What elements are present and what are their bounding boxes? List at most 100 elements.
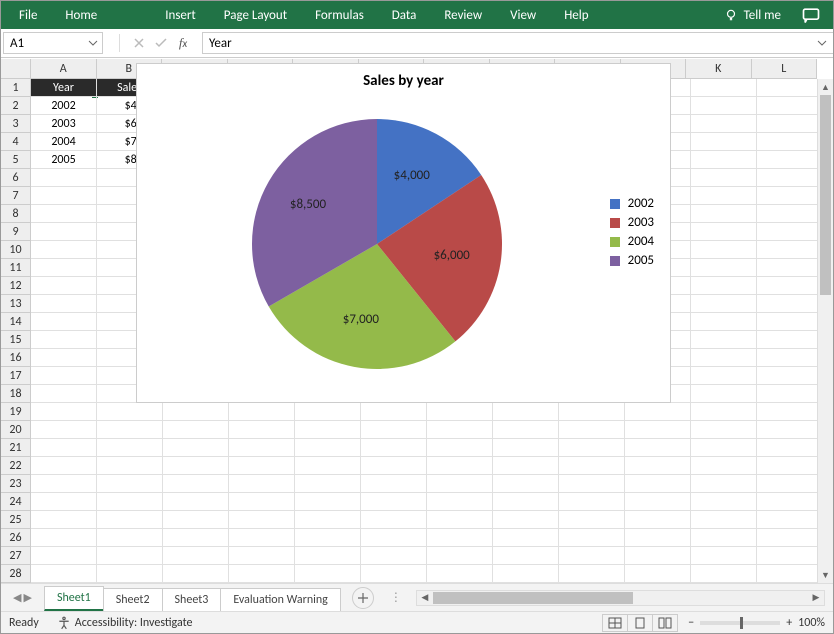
data-cell[interactable]: 2003 — [31, 115, 97, 133]
cell[interactable] — [493, 403, 559, 421]
cell[interactable] — [427, 457, 493, 475]
cell[interactable] — [757, 331, 823, 349]
ribbon-tab-page-layout[interactable]: Page Layout — [210, 1, 301, 29]
cell[interactable] — [361, 493, 427, 511]
cell[interactable] — [361, 457, 427, 475]
ribbon-tab-home[interactable]: Home — [51, 1, 111, 29]
cell[interactable] — [691, 331, 757, 349]
cell[interactable] — [757, 241, 823, 259]
row-header[interactable]: 11 — [1, 259, 31, 277]
cell[interactable] — [163, 529, 229, 547]
name-box[interactable]: A1 — [3, 32, 103, 54]
cell[interactable] — [97, 547, 163, 565]
ribbon-tab-insert[interactable]: Insert — [151, 1, 210, 29]
spreadsheet-grid[interactable]: ABCDEFGHIJKL 123456789101112131415161718… — [1, 59, 833, 583]
cell[interactable] — [493, 493, 559, 511]
cell[interactable] — [361, 529, 427, 547]
cell[interactable] — [31, 439, 97, 457]
cell[interactable] — [625, 421, 691, 439]
row-header[interactable]: 3 — [1, 115, 31, 133]
comments-icon[interactable] — [801, 5, 821, 25]
cell[interactable] — [229, 457, 295, 475]
cell[interactable] — [97, 403, 163, 421]
cell[interactable] — [757, 349, 823, 367]
page-break-view-button[interactable] — [652, 614, 678, 632]
cell[interactable] — [163, 565, 229, 583]
cell[interactable] — [31, 529, 97, 547]
cell[interactable] — [427, 565, 493, 583]
cell[interactable] — [295, 529, 361, 547]
cell[interactable] — [97, 493, 163, 511]
cell[interactable] — [31, 277, 97, 295]
cell[interactable] — [757, 169, 823, 187]
cell[interactable] — [163, 511, 229, 529]
row-header[interactable]: 26 — [1, 529, 31, 547]
cell[interactable] — [493, 565, 559, 583]
cell[interactable] — [427, 439, 493, 457]
cell[interactable] — [229, 547, 295, 565]
row-header[interactable]: 14 — [1, 313, 31, 331]
cell[interactable] — [361, 565, 427, 583]
cell[interactable] — [229, 439, 295, 457]
cell[interactable] — [493, 547, 559, 565]
cell[interactable] — [691, 241, 757, 259]
cell[interactable] — [427, 529, 493, 547]
cell[interactable] — [97, 475, 163, 493]
cell[interactable] — [757, 367, 823, 385]
cell[interactable] — [163, 439, 229, 457]
cell[interactable] — [691, 169, 757, 187]
cell[interactable] — [691, 349, 757, 367]
cell[interactable] — [493, 475, 559, 493]
cell[interactable] — [691, 367, 757, 385]
scrollbar-thumb[interactable] — [820, 95, 831, 295]
cell[interactable] — [295, 403, 361, 421]
cell[interactable] — [757, 421, 823, 439]
cell[interactable] — [757, 565, 823, 583]
cell[interactable] — [757, 151, 823, 169]
cell[interactable] — [691, 565, 757, 583]
cell[interactable] — [691, 259, 757, 277]
cell[interactable] — [691, 151, 757, 169]
pie-chart[interactable]: Sales by year 2002200320042005 $4,000$6,… — [136, 63, 671, 403]
row-header[interactable]: 21 — [1, 439, 31, 457]
ribbon-tab-formulas[interactable]: Formulas — [301, 1, 378, 29]
cell[interactable] — [757, 79, 823, 97]
cell[interactable] — [625, 565, 691, 583]
row-header[interactable]: 1 — [1, 79, 31, 97]
cell[interactable] — [691, 493, 757, 511]
cell[interactable] — [757, 187, 823, 205]
cell[interactable] — [559, 529, 625, 547]
column-header[interactable]: A — [31, 59, 97, 78]
normal-view-button[interactable] — [602, 614, 628, 632]
cell[interactable] — [493, 529, 559, 547]
row-header[interactable]: 2 — [1, 97, 31, 115]
cell[interactable] — [493, 511, 559, 529]
cell[interactable] — [427, 475, 493, 493]
zoom-out-button[interactable]: − — [688, 616, 694, 630]
cell[interactable] — [163, 493, 229, 511]
select-all-corner[interactable] — [1, 59, 31, 79]
cell[interactable] — [757, 403, 823, 421]
cell[interactable] — [295, 457, 361, 475]
cell[interactable] — [31, 565, 97, 583]
cell[interactable] — [97, 457, 163, 475]
cell[interactable] — [625, 493, 691, 511]
cell[interactable] — [163, 403, 229, 421]
cell[interactable] — [493, 421, 559, 439]
cell[interactable] — [361, 511, 427, 529]
cell[interactable] — [31, 187, 97, 205]
column-header[interactable]: K — [686, 59, 752, 78]
cell[interactable] — [361, 403, 427, 421]
cell[interactable] — [757, 133, 823, 151]
cell[interactable] — [163, 475, 229, 493]
cell[interactable] — [559, 493, 625, 511]
cell[interactable] — [97, 511, 163, 529]
data-cell[interactable]: 2004 — [31, 133, 97, 151]
cell[interactable] — [625, 439, 691, 457]
cell[interactable] — [559, 565, 625, 583]
column-header[interactable]: L — [752, 59, 818, 78]
cell[interactable] — [757, 115, 823, 133]
cell[interactable] — [691, 421, 757, 439]
cell[interactable] — [31, 385, 97, 403]
prev-sheet-button[interactable]: ◀ — [13, 591, 21, 604]
